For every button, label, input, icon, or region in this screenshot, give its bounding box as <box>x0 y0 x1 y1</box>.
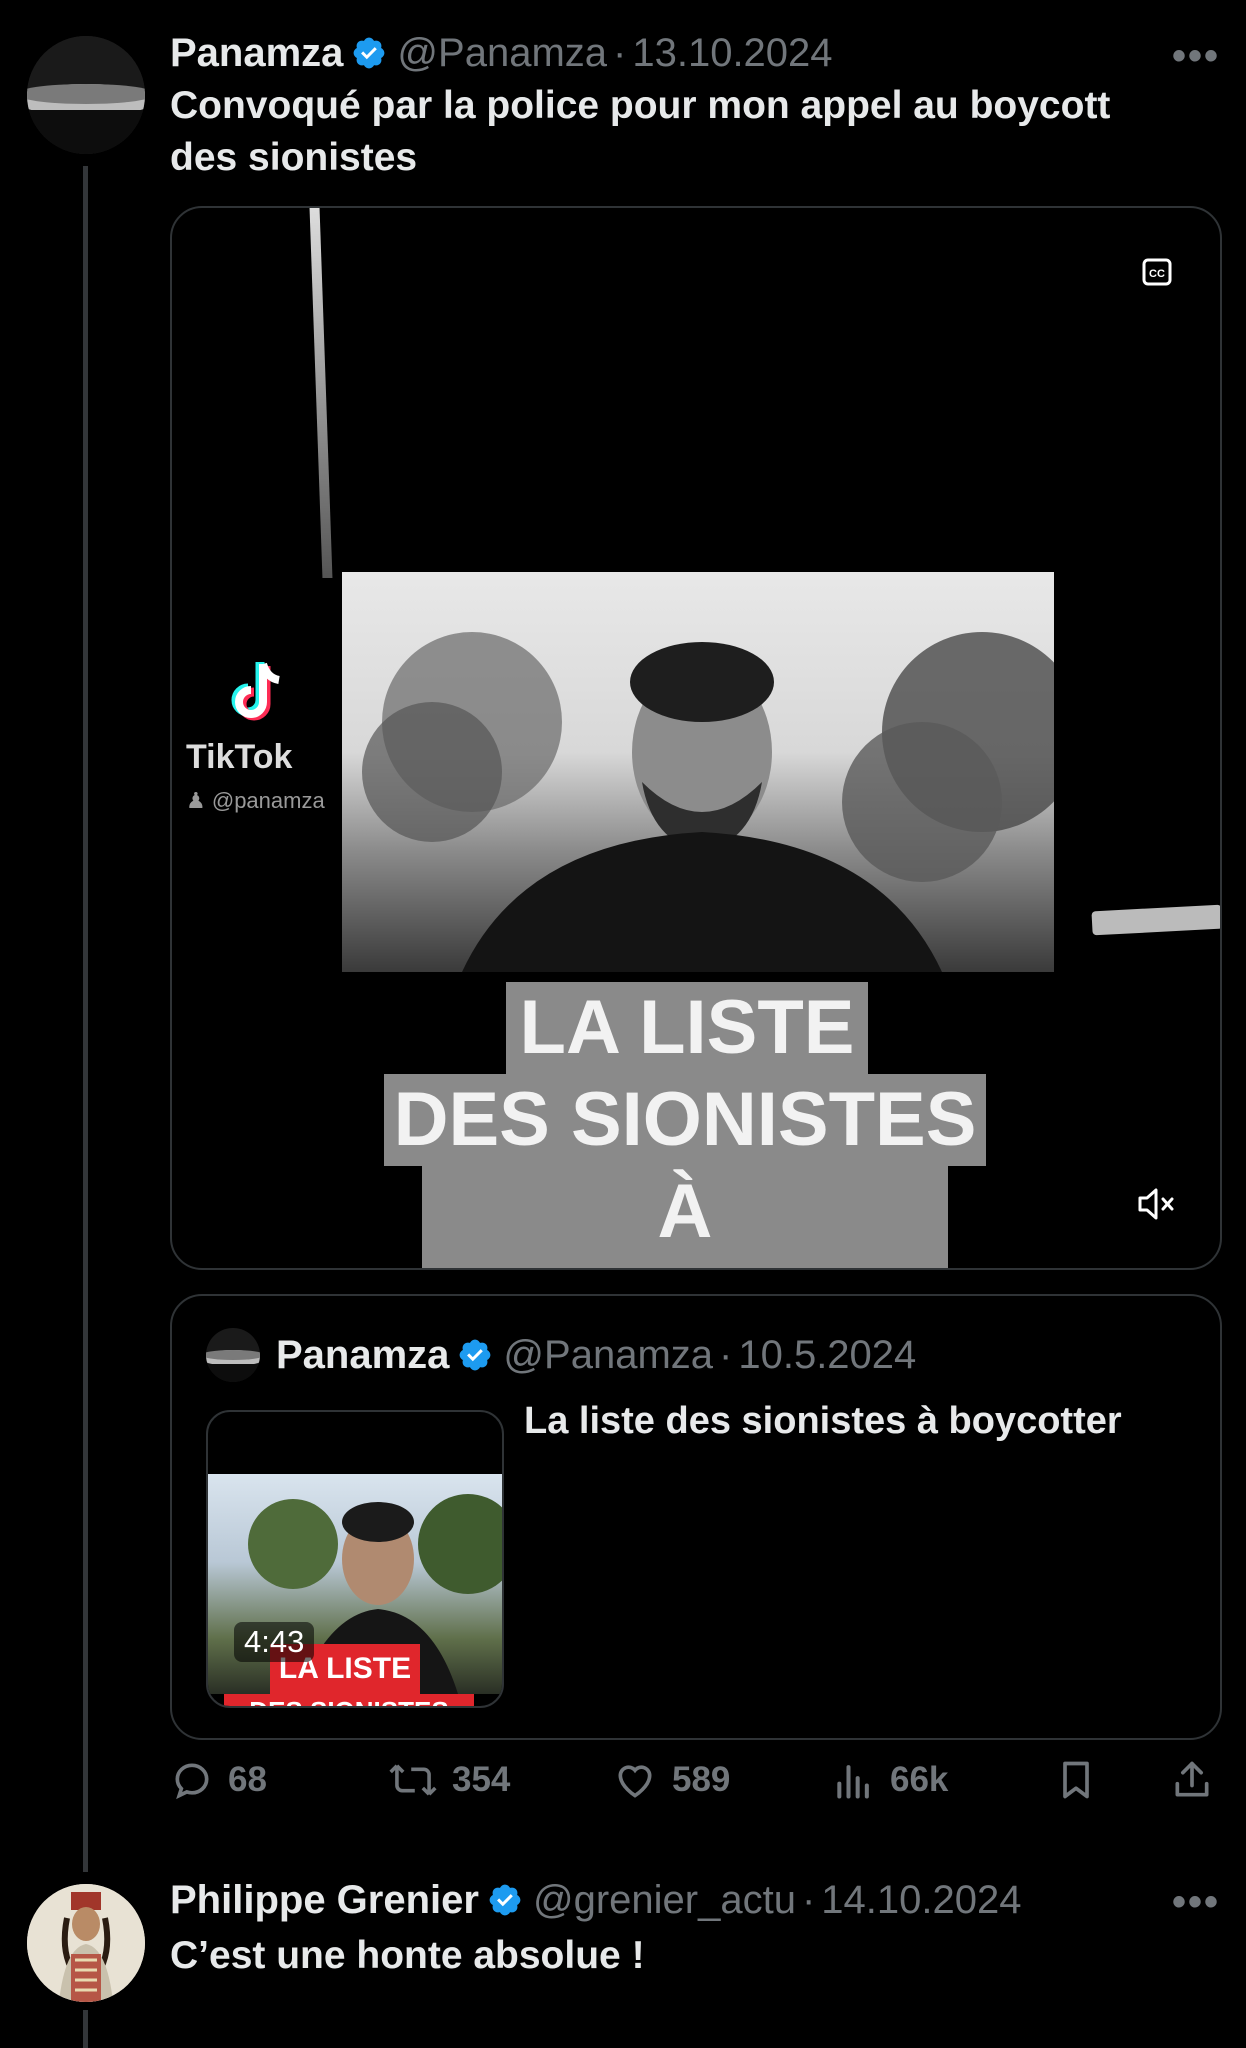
heart-icon <box>618 1765 652 1798</box>
separator-dot: · <box>613 31 627 75</box>
quote-avatar[interactable] <box>206 1328 260 1382</box>
avatar-landscape-image <box>27 36 145 154</box>
repost-count: 354 <box>452 1760 511 1799</box>
quote-text: La liste des sionistes à boycotter <box>524 1400 1122 1442</box>
separator-dot: · <box>801 1878 816 1922</box>
tiktok-username: @panamza <box>211 788 325 813</box>
like-button[interactable]: 589 <box>612 1748 730 1812</box>
tweet-header: Panamza @Panamza · 13.10.2024 <box>170 29 833 86</box>
reply-count: 68 <box>228 1760 267 1799</box>
avatar-portrait-image <box>27 1884 145 2002</box>
author-name[interactable]: Panamza <box>170 31 343 75</box>
bookmark-button[interactable] <box>1054 1748 1112 1812</box>
verified-badge-icon <box>460 1339 491 1371</box>
thumbnail-caption-2: DES SIONISTES <box>224 1694 474 1706</box>
avatar[interactable] <box>27 1884 145 2002</box>
tiktok-label: TikTok <box>186 738 293 776</box>
reply-icon <box>175 1763 209 1800</box>
view-count: 66k <box>890 1760 949 1799</box>
share-icon <box>1175 1761 1209 1797</box>
tweet-header: Philippe Grenier @grenier_actu · 14.10.2024 <box>170 1876 1021 1933</box>
quote-date[interactable]: 10.5.2024 <box>738 1333 916 1377</box>
video-caption-line-3: À BOYCOTTER <box>422 1166 948 1268</box>
verified-badge-icon <box>354 37 385 69</box>
repost-button[interactable]: 354 <box>388 1748 510 1812</box>
quoted-tweet[interactable]: Panamza @Panamza·10.5.2024 LA LISTE DES S… <box>170 1294 1222 1740</box>
tiktok-user: ♟ @panamza <box>186 788 356 814</box>
tweet-date[interactable]: 13.10.2024 <box>632 31 832 75</box>
video-light-streak <box>309 208 333 578</box>
author-name[interactable]: Philippe Grenier <box>170 1878 479 1922</box>
quote-video-thumbnail[interactable]: LA LISTE DES SIONISTES 4:43 <box>206 1410 504 1708</box>
video-caption-line-1: LA LISTE <box>506 982 868 1074</box>
quote-header: Panamza @Panamza · 10.5.2024 <box>276 1331 916 1388</box>
video-frame-image <box>362 632 1054 972</box>
share-button[interactable] <box>1170 1748 1228 1812</box>
author-handle[interactable]: @grenier_actu <box>533 1878 796 1922</box>
reply-button[interactable]: 68 <box>170 1748 267 1812</box>
tweet-date[interactable]: 14.10.2024 <box>821 1878 1021 1922</box>
quote-author-handle[interactable]: @Panamza <box>503 1333 713 1377</box>
avatar[interactable] <box>27 36 145 154</box>
closed-captions-icon[interactable]: CC <box>1142 258 1172 291</box>
user-icon: ♟ <box>186 788 206 813</box>
video-frame <box>342 572 1054 972</box>
tweet-text: C’est une honte absolue ! <box>170 1934 645 1977</box>
verified-badge-icon <box>489 1884 521 1916</box>
quote-avatar-image <box>206 1328 260 1382</box>
video-duration: 4:43 <box>234 1622 315 1662</box>
thread-line-continuation <box>83 2010 88 2048</box>
quote-author-name[interactable]: Panamza <box>276 1333 449 1377</box>
separator-dot: · <box>719 1333 733 1377</box>
views-button[interactable]: 66k <box>832 1748 948 1812</box>
bookmark-icon <box>1063 1761 1089 1799</box>
author-handle[interactable]: @Panamza <box>397 31 607 75</box>
tiktok-logo-icon <box>202 658 312 733</box>
more-options-icon[interactable]: ••• <box>1172 34 1220 79</box>
video-light-streak-right <box>1091 904 1220 936</box>
video-caption-line-2: DES SIONISTES <box>384 1074 986 1166</box>
thread-line <box>83 166 88 1872</box>
analytics-icon <box>837 1765 869 1799</box>
more-options-icon[interactable]: ••• <box>1172 1880 1220 1925</box>
tweet-text: Convoqué par la police pour mon appel au… <box>170 84 1111 179</box>
repost-icon <box>389 1764 437 1796</box>
video-player[interactable]: CC TikTok ♟ @panamza LA LISTE DES SIONIS… <box>170 206 1222 1270</box>
svg-text:CC: CC <box>1149 268 1165 280</box>
like-count: 589 <box>672 1760 731 1799</box>
muted-speaker-icon[interactable] <box>1136 1186 1176 1227</box>
